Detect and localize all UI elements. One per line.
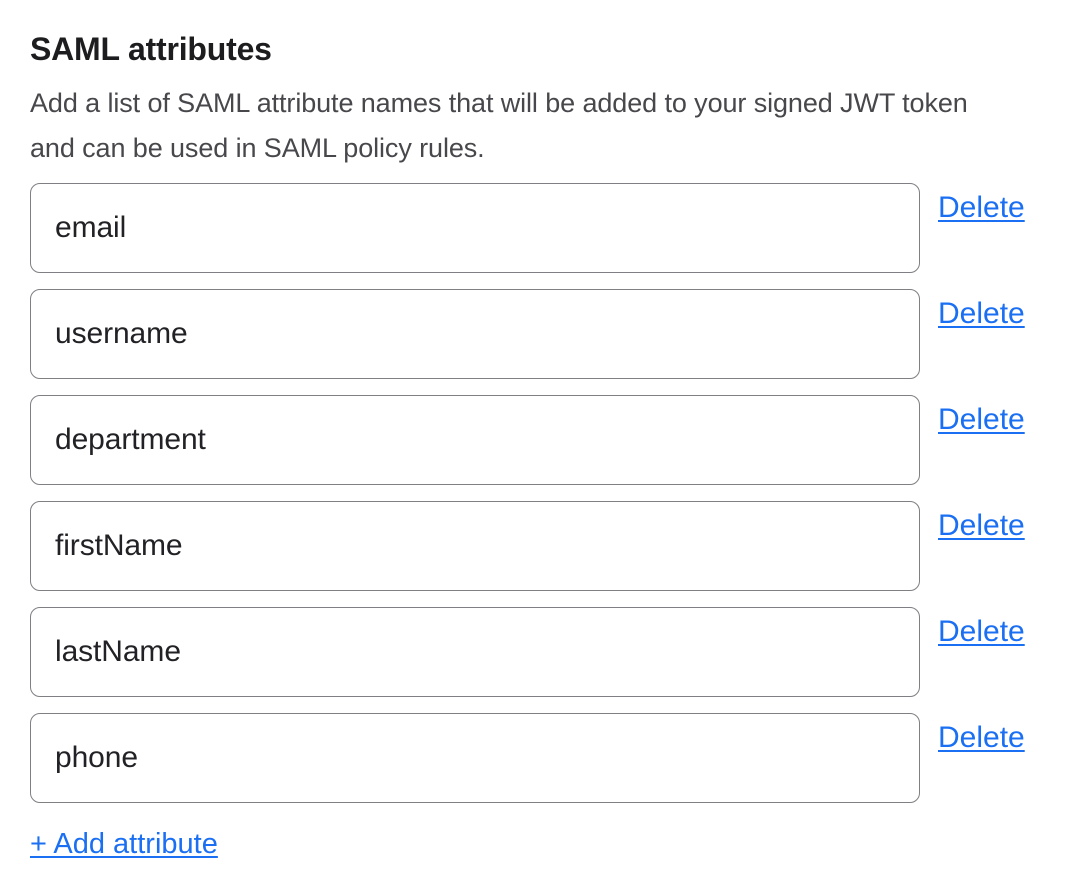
delete-attribute-link[interactable]: Delete: [938, 402, 1025, 438]
page-title: SAML attributes: [30, 29, 1066, 69]
add-attribute-link[interactable]: + Add attribute: [30, 827, 218, 862]
delete-attribute-link[interactable]: Delete: [938, 508, 1025, 544]
attribute-name-input[interactable]: [30, 183, 920, 273]
delete-attribute-link[interactable]: Delete: [938, 296, 1025, 332]
attribute-row: Delete: [30, 501, 1066, 591]
attribute-name-input[interactable]: [30, 289, 920, 379]
saml-attributes-section: SAML attributes Add a list of SAML attri…: [0, 0, 1066, 862]
delete-attribute-link[interactable]: Delete: [938, 614, 1025, 650]
attribute-row: Delete: [30, 607, 1066, 697]
attribute-name-input[interactable]: [30, 607, 920, 697]
attribute-row: Delete: [30, 183, 1066, 273]
delete-attribute-link[interactable]: Delete: [938, 190, 1025, 226]
delete-attribute-link[interactable]: Delete: [938, 720, 1025, 756]
attribute-row: Delete: [30, 289, 1066, 379]
attribute-name-input[interactable]: [30, 713, 920, 803]
attribute-row: Delete: [30, 395, 1066, 485]
attribute-list: Delete Delete Delete Delete Delete Delet…: [30, 183, 1066, 803]
section-description: Add a list of SAML attribute names that …: [30, 81, 990, 171]
attribute-name-input[interactable]: [30, 395, 920, 485]
attribute-name-input[interactable]: [30, 501, 920, 591]
attribute-row: Delete: [30, 713, 1066, 803]
